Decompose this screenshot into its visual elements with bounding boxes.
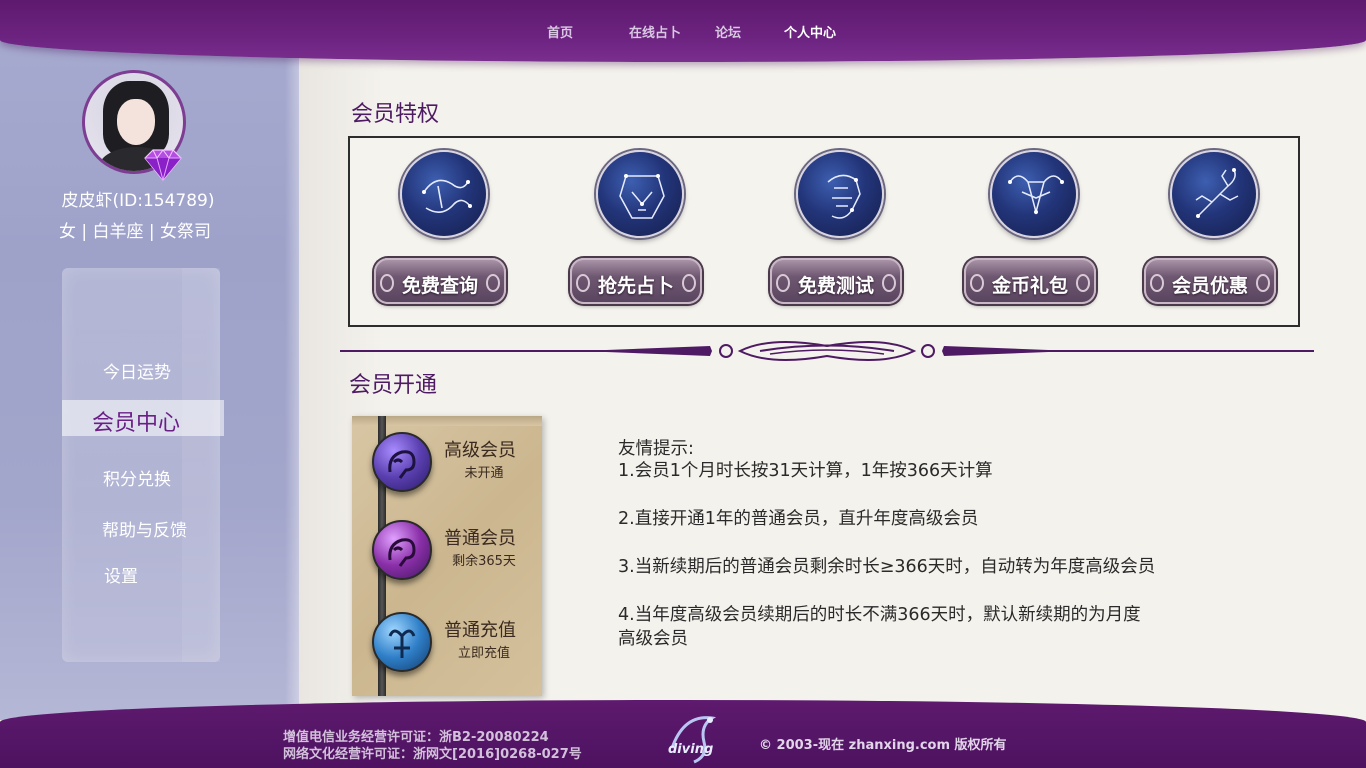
tip-line: 4.当年度高级会员续期后的时长不满366天时，默认新续期的为月度 (618, 605, 1141, 625)
leo-constellation-icon (596, 150, 684, 238)
aries-constellation-icon (990, 150, 1078, 238)
sidebar-item-member-center[interactable]: 会员中心 (92, 405, 180, 437)
sidebar-item-settings[interactable]: 设置 (104, 562, 138, 587)
nav-forum[interactable]: 论坛 (715, 22, 741, 41)
membership-option-recharge[interactable]: 普通充值 立即充值 (370, 612, 540, 682)
culture-license: 网络文化经营许可证：浙网文[2016]0268-027号 (283, 747, 582, 762)
membership-option-status: 未开通 (464, 466, 504, 481)
top-navigation-bar: 首页 在线占卜 论坛 个人中心 (0, 0, 1366, 62)
membership-card: 高级会员 未开通 普通会员 剩余365天 普通充值 立即充值 (352, 416, 542, 696)
tips-heading: 友情提示: (618, 439, 694, 459)
copyright: © 2003-现在 zhanxing.com 版权所有 (759, 738, 1007, 753)
scorpio-constellation-icon (1170, 150, 1258, 238)
diving-logo: diving (664, 708, 728, 766)
aquarius-constellation-icon (796, 150, 884, 238)
nav-home[interactable]: 首页 (547, 22, 573, 41)
nav-online-divination[interactable]: 在线占卜 (629, 22, 681, 41)
tip-line: 1.会员1个月时长按31天计算，1年按366天计算 (618, 461, 993, 481)
membership-option-status: 剩余365天 (452, 554, 516, 569)
early-divination-button[interactable]: 抢先占卜 (570, 258, 702, 304)
privilege-item: 金币礼包 (964, 138, 1104, 327)
free-test-button[interactable]: 免费测试 (770, 258, 902, 304)
privileges-title: 会员特权 (351, 102, 440, 127)
sidebar-item-points-exchange[interactable]: 积分兑换 (103, 465, 171, 490)
coin-gift-pack-button[interactable]: 金币礼包 (964, 258, 1096, 304)
tip-line: 高级会员 (618, 629, 688, 649)
ornamental-divider (340, 341, 1314, 361)
sidebar-item-help-feedback[interactable]: 帮助与反馈 (102, 516, 187, 541)
privilege-item: 会员优惠 (1144, 138, 1284, 327)
footer: 增值电信业务经营许可证：浙B2-20080224 网络文化经营许可证：浙网文[2… (0, 700, 1366, 768)
membership-option-name: 普通会员 (444, 528, 516, 549)
avatar-face (117, 99, 155, 145)
membership-option-status: 立即充值 (457, 646, 510, 661)
user-name: 皮皮虾(ID:154789) (61, 191, 215, 211)
free-query-button[interactable]: 免费查询 (374, 258, 506, 304)
nav-personal-center[interactable]: 个人中心 (784, 22, 836, 41)
privilege-item: 抢先占卜 (570, 138, 710, 327)
sidebar: 皮皮虾(ID:154789) 女 | 白羊座 | 女祭司 今日运势 会员中心 积… (0, 0, 299, 720)
diamond-icon (144, 149, 182, 182)
main-nav: 首页 在线占卜 论坛 个人中心 (0, 22, 1366, 42)
sidebar-item-today-fortune[interactable]: 今日运势 (103, 358, 171, 383)
privileges-panel: 免费查询 抢先占卜 免费测试 金币礼包 会员优惠 (348, 136, 1300, 327)
membership-option-regular[interactable]: 普通会员 剩余365天 (370, 520, 540, 590)
membership-option-premium[interactable]: 高级会员 未开通 (370, 432, 540, 502)
leo-icon (372, 432, 432, 492)
tip-line: 3.当新续期后的普通会员剩余时长≥366天时，自动转为年度高级会员 (618, 557, 1156, 577)
membership-title: 会员开通 (349, 373, 438, 398)
pisces-constellation-icon (400, 150, 488, 238)
aries-icon (372, 612, 432, 672)
leo-icon (372, 520, 432, 580)
member-discount-button[interactable]: 会员优惠 (1144, 258, 1276, 304)
tip-line: 2.直接开通1年的普通会员，直升年度高级会员 (618, 509, 979, 529)
membership-option-name: 普通充值 (444, 620, 516, 641)
privilege-item: 免费查询 (374, 138, 514, 327)
user-info: 女 | 白羊座 | 女祭司 (58, 222, 212, 242)
membership-option-name: 高级会员 (444, 440, 516, 461)
privilege-item: 免费测试 (770, 138, 910, 327)
